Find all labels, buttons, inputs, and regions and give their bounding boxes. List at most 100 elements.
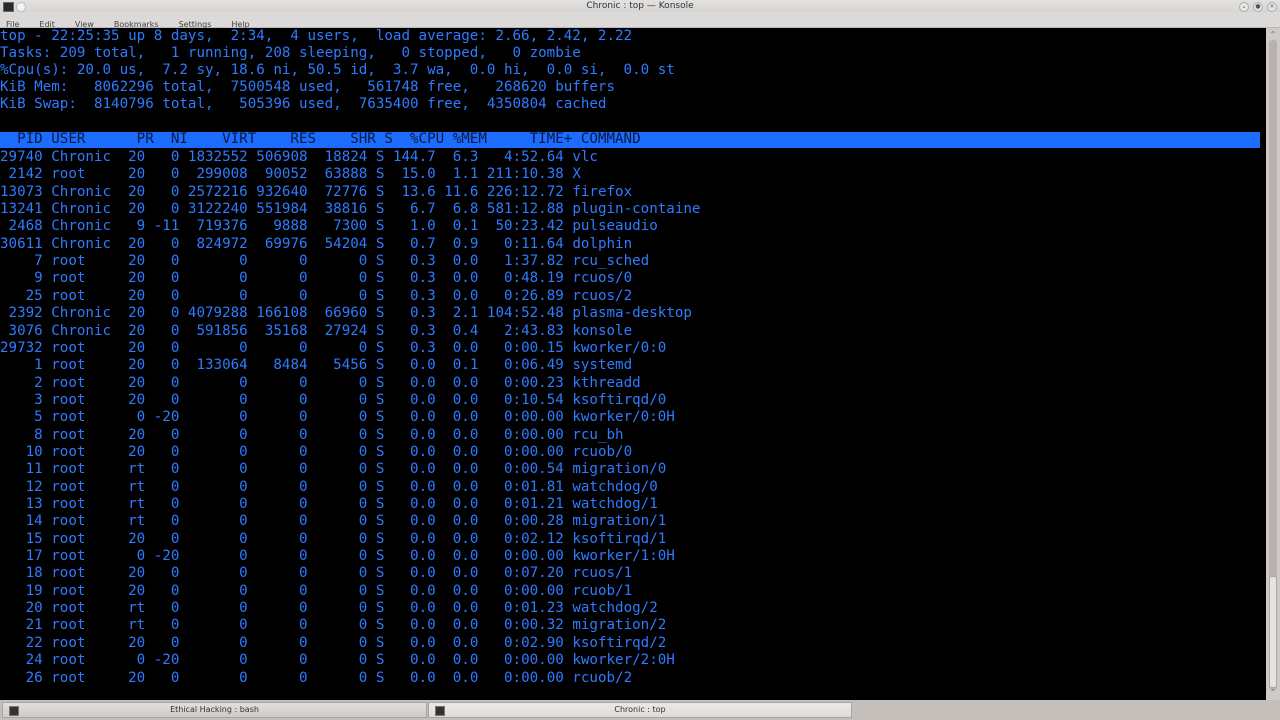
cell-cpu: 0.0 bbox=[384, 617, 436, 634]
cell-state: S bbox=[367, 201, 385, 218]
process-row: 25 root 20 0 0 0 0 S 0.3 0.0 0:26.89 rcu… bbox=[0, 287, 633, 305]
cell-res: 0 bbox=[247, 478, 308, 495]
tab-chronic-top[interactable]: Chronic : top bbox=[428, 702, 852, 718]
maximize-button[interactable]: ● bbox=[1253, 2, 1263, 12]
cell-pr: rt bbox=[119, 617, 146, 634]
cell-shr: 5456 bbox=[307, 357, 368, 374]
cell-virt: 0 bbox=[179, 426, 248, 443]
cell-state: S bbox=[367, 600, 385, 617]
cell-ni: 0 bbox=[145, 669, 180, 686]
cell-ni: 0 bbox=[145, 287, 180, 304]
cell-cpu: 0.3 bbox=[384, 270, 436, 287]
cell-time: 0:06.49 bbox=[478, 357, 564, 374]
cell-user: root bbox=[42, 426, 120, 443]
cell-command: ksoftirqd/1 bbox=[563, 530, 667, 547]
cell-pr: 20 bbox=[119, 669, 146, 686]
cell-user: root bbox=[42, 669, 120, 686]
cell-pid: 13 bbox=[0, 496, 43, 512]
cell-command: migration/1 bbox=[563, 513, 667, 530]
terminal-view[interactable]: top - 22:25:35 up 8 days, 2:34, 4 users,… bbox=[0, 28, 1266, 700]
cell-mem: 0.0 bbox=[435, 391, 479, 408]
summary-swap: KiB Swap: 8140796 total, 505396 used, 76… bbox=[0, 96, 607, 112]
cell-shr: 0 bbox=[307, 339, 368, 356]
cell-command: rcu_bh bbox=[563, 426, 624, 443]
cell-shr: 0 bbox=[307, 530, 368, 547]
cell-shr: 63888 bbox=[307, 166, 368, 183]
process-row: 2 root 20 0 0 0 0 S 0.0 0.0 0:00.23 kthr… bbox=[0, 375, 641, 392]
cell-ni: 0 bbox=[145, 322, 180, 339]
cell-state: S bbox=[367, 305, 385, 322]
cell-time: 0:00.00 bbox=[478, 652, 564, 669]
summary-mem: KiB Mem: 8062296 total, 7500548 used, 56… bbox=[0, 79, 615, 95]
cell-pr: rt bbox=[119, 600, 146, 617]
cell-cpu: 15.0 bbox=[384, 166, 436, 183]
cell-cpu: 0.0 bbox=[384, 634, 436, 651]
scrollbar-thumb[interactable] bbox=[1269, 576, 1277, 688]
scroll-down-arrow-icon[interactable]: ⌃ bbox=[1268, 688, 1278, 697]
cell-user: root bbox=[42, 652, 120, 669]
cell-state: S bbox=[367, 253, 385, 270]
cell-pr: 20 bbox=[119, 582, 146, 599]
cell-state: S bbox=[367, 496, 385, 512]
terminal-scrollbar[interactable]: ⌃ ⌃ bbox=[1266, 28, 1280, 700]
cell-pid: 25 bbox=[0, 287, 43, 304]
cell-time: 0:00.23 bbox=[478, 374, 564, 391]
cell-virt: 591856 bbox=[179, 322, 248, 339]
process-row: 13 root rt 0 0 0 0 S 0.0 0.0 0:01.21 wat… bbox=[0, 496, 658, 513]
cell-pr: 0 bbox=[119, 548, 146, 565]
cell-pr: rt bbox=[119, 478, 146, 495]
cell-command: dolphin bbox=[563, 235, 633, 252]
cell-user: root bbox=[42, 253, 120, 270]
cell-res: 0 bbox=[247, 270, 308, 287]
cell-pr: 20 bbox=[119, 287, 146, 304]
process-row: 19 root 20 0 0 0 0 S 0.0 0.0 0:00.00 rcu… bbox=[0, 582, 633, 600]
cell-res: 69976 bbox=[247, 235, 308, 252]
cell-virt: 2572216 bbox=[179, 183, 248, 200]
cell-pr: 20 bbox=[119, 305, 146, 322]
scroll-up-arrow-icon[interactable]: ⌃ bbox=[1268, 30, 1278, 39]
cell-virt: 3122240 bbox=[179, 201, 248, 218]
cell-cpu: 0.3 bbox=[384, 305, 436, 322]
cell-res: 0 bbox=[247, 253, 308, 270]
cell-virt: 0 bbox=[179, 634, 248, 651]
cell-pr: 20 bbox=[119, 322, 146, 339]
cell-virt: 0 bbox=[179, 391, 248, 408]
cell-pid: 20 bbox=[0, 600, 43, 617]
cell-cpu: 0.0 bbox=[384, 582, 436, 599]
minimize-button[interactable]: ⌄ bbox=[1239, 2, 1249, 12]
cell-shr: 0 bbox=[307, 582, 368, 599]
cell-shr: 0 bbox=[307, 253, 368, 270]
cell-cpu: 0.0 bbox=[384, 426, 436, 443]
cell-ni: 0 bbox=[145, 513, 180, 530]
cell-res: 0 bbox=[247, 634, 308, 651]
cell-mem: 0.0 bbox=[435, 634, 479, 651]
cell-pid: 12 bbox=[0, 478, 43, 495]
cell-pr: 0 bbox=[119, 652, 146, 669]
tab-label: Ethical Hacking : bash bbox=[170, 705, 259, 714]
cell-time: 211:10.38 bbox=[478, 166, 564, 183]
cell-pr: 20 bbox=[119, 391, 146, 408]
process-row: 5 root 0 -20 0 0 0 S 0.0 0.0 0:00.00 kwo… bbox=[0, 409, 675, 426]
cell-pr: 20 bbox=[119, 201, 146, 218]
cell-pr: rt bbox=[119, 513, 146, 530]
cell-res: 35168 bbox=[247, 322, 308, 339]
cell-user: root bbox=[42, 443, 120, 460]
tab-ethical-hacking-bash[interactable]: Ethical Hacking : bash bbox=[2, 702, 427, 718]
cell-time: 0:00.28 bbox=[478, 513, 564, 530]
cell-pid: 2392 bbox=[0, 305, 43, 322]
cell-ni: -20 bbox=[145, 548, 180, 565]
cell-command: migration/0 bbox=[563, 461, 667, 478]
process-row: 17 root 0 -20 0 0 0 S 0.0 0.0 0:00.00 kw… bbox=[0, 548, 675, 565]
cell-user: root bbox=[42, 634, 120, 651]
cell-command: pulseaudio bbox=[563, 218, 658, 235]
cell-mem: 0.0 bbox=[435, 443, 479, 460]
cell-time: 0:00.00 bbox=[478, 548, 564, 565]
cell-pid: 24 bbox=[0, 652, 43, 669]
window-titlebar[interactable]: Chronic : top — Konsole ⌄ ● × bbox=[0, 0, 1280, 12]
close-button[interactable]: × bbox=[1267, 2, 1277, 12]
cell-time: 0:00.00 bbox=[478, 669, 564, 686]
cell-mem: 0.0 bbox=[435, 339, 479, 356]
cell-ni: 0 bbox=[145, 270, 180, 287]
cell-command: kthreadd bbox=[563, 374, 641, 391]
cell-pid: 3076 bbox=[0, 322, 43, 339]
